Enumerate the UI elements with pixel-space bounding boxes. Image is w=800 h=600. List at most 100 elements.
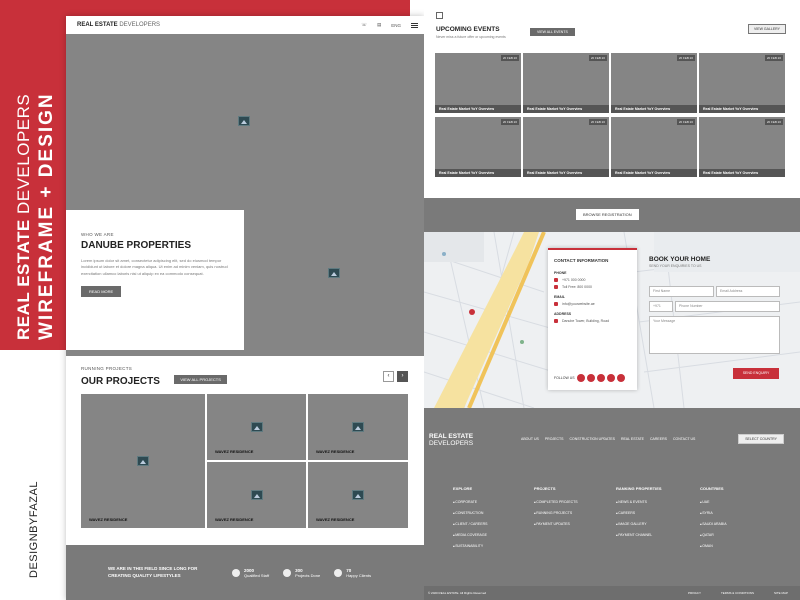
footer-link[interactable]: CONSTRUCTION [453,511,487,515]
project-card[interactable]: WAVEZ RESIDENCE [308,462,408,528]
footer-nav-link[interactable]: PROJECTS [545,437,564,441]
project-card[interactable]: WAVEZ RESIDENCE [207,394,306,460]
footer-link[interactable]: COMPLETED PROJECTS [534,500,577,504]
image-placeholder-icon [137,456,149,466]
phone-icon[interactable]: ☏ [361,22,367,28]
event-card[interactable]: 20 FEB 20 Real Estate Market YoY Overview [611,53,697,113]
footer-link[interactable]: MEDIA COVERAGE [453,533,487,537]
footer-link[interactable]: SAUDI ARABIA [700,522,726,526]
footer-nav-link[interactable]: ABOUT US [521,437,539,441]
map-pin-icon[interactable] [469,309,475,315]
footer-column: COUNTRIES UAE SYRIA SAUDI ARABIA QATAR OMAN [700,486,727,555]
twitter-icon[interactable] [596,374,605,382]
footer-nav: ABOUT US PROJECTS CONSTRUCTION UPDATES REAL… [521,437,695,441]
contact-row: Danube Tower, Building, Road [554,319,631,323]
footer-nav-link[interactable]: CAREERS [650,437,667,441]
copyright-text: © 2020 REAL ESTATE. All Rights Reserved [428,591,487,595]
event-card-title: Real Estate Market YoY Overview [699,105,785,113]
footer-logo[interactable]: REAL ESTATE DEVELOPERS [429,433,473,447]
contact-card: CONTACT INFORMATION PHONE +971 000 0000 … [548,248,637,390]
hamburger-menu-icon[interactable] [411,22,418,28]
country-code-select[interactable]: +971 [649,301,673,312]
footer-link[interactable]: RUNNING PROJECTS [534,511,578,515]
event-card[interactable]: 20 FEB 20 Real Estate Market YoY Overview [611,117,697,177]
footer-nav-link[interactable]: REAL ESTATE [621,437,644,441]
footer-link[interactable]: IMAGE GALLERY [616,522,662,526]
message-textarea[interactable]: Your Message [649,316,780,354]
event-card[interactable]: 20 FEB 20 Real Estate Market YoY Overview [699,53,785,113]
phone-number[interactable]: +971 000 0000 [562,278,585,282]
event-card[interactable]: 20 FEB 20 Real Estate Market YoY Overview [699,117,785,177]
project-card[interactable]: WAVEZ RESIDENCE [81,394,205,528]
project-card[interactable]: WAVEZ RESIDENCE [308,394,408,460]
footer-bottom-link[interactable]: SITE MAP [774,591,788,595]
award-icon [283,568,292,577]
event-date-tag: 20 FEB 20 [764,55,783,61]
about-body: Lorem ipsum dolor sit amet, consectetur … [81,258,228,276]
site-logo[interactable]: REAL ESTATE DEVELOPERS [77,22,160,28]
phone-input[interactable]: Phone Number [675,301,780,312]
email-link[interactable]: info@yourwebsite.ae [562,302,595,306]
footer-bottom-link[interactable]: PRIVACY [688,591,701,595]
site-footer: REAL ESTATE DEVELOPERS ABOUT US PROJECTS CO… [424,408,800,600]
footer-link[interactable]: CAREERS [616,511,662,515]
event-card[interactable]: 20 FEB 20 Real Estate Market YoY Overview [523,53,609,113]
language-select[interactable]: ENG [391,23,401,28]
projects-header: RUNNING PROJECTS OUR PROJECTS VIEW ALL P… [81,366,227,389]
footer-link[interactable]: QATAR [700,533,727,537]
event-card-title: Real Estate Market YoY Overview [523,105,609,113]
view-gallery-button[interactable]: VIEW GALLERY [747,24,786,34]
footer-link[interactable]: PAYMENT CHANNEL [616,533,662,537]
country-select[interactable]: SELECT COUNTRY [738,434,784,444]
facebook-icon[interactable] [586,374,595,382]
cover-title: REAL ESTATE DEVELOPERS WIREFRAME + DESIG… [14,92,58,340]
footer-link[interactable]: OMAN [700,544,727,548]
events-subtitle: Never miss a future offer or upcoming ev… [436,35,506,39]
address-text: Danube Tower, Building, Road [562,319,610,323]
booking-header: BOOK YOUR HOME SEND YOUR ENQUIRIES TO US [649,256,710,268]
left-page-mockup: REAL ESTATE DEVELOPERS ☏ ▤ ENG WHO WE AR… [66,16,424,600]
footer-column-title: EXPLORE [453,486,473,491]
instagram-icon[interactable] [576,374,585,382]
read-more-button[interactable]: READ MORE [81,286,122,298]
event-card-title: Real Estate Market YoY Overview [699,169,785,177]
cover-subtitle: WIREFRAME + DESIGN [36,92,57,340]
project-card[interactable]: WAVEZ RESIDENCE [207,462,306,528]
image-placeholder-icon [352,490,364,500]
next-arrow-icon[interactable]: › [397,371,408,382]
event-card[interactable]: 20 FEB 20 Real Estate Market YoY Overview [523,117,609,177]
linkedin-icon[interactable] [616,374,625,382]
stat-item: 70 Happy Clients [334,568,371,578]
event-card-title: Real Estate Market YoY Overview [435,105,521,113]
address-label: ADDRESS [554,312,572,316]
events-filter-dropdown[interactable]: VIEW ALL EVENTS [530,28,575,36]
footer-link[interactable]: PAYMENT UPDATES [534,522,578,526]
youtube-icon[interactable] [606,374,615,382]
logo-light: DEVELOPERS [119,22,161,28]
top-navbar: REAL ESTATE DEVELOPERS ☏ ▤ ENG [66,16,424,34]
toll-free-number[interactable]: Toll Free: 800 0000 [562,285,592,289]
event-card[interactable]: 20 FEB 20 Real Estate Market YoY Overview [435,53,521,113]
footer-link[interactable]: SUSTAINABILITY [453,544,487,548]
email-label: EMAIL [554,295,565,299]
send-enquiry-button[interactable]: SEND ENQUIRY [733,368,779,379]
project-card-title: WAVEZ RESIDENCE [316,517,355,522]
projects-filter-dropdown[interactable]: VIEW ALL PROJECTS [174,375,227,385]
footer-link[interactable]: SYRIA [700,511,727,515]
prev-arrow-icon[interactable]: ‹ [383,371,394,382]
footer-link[interactable]: UAE [700,500,727,504]
footer-link[interactable]: CLIENT / CAREERS [453,522,487,526]
footer-nav-link[interactable]: CONTACT US [673,437,695,441]
browse-registration-button[interactable]: BROWSE REGISTRATION [576,209,639,220]
first-name-input[interactable]: First Name [649,286,714,297]
event-card[interactable]: 20 FEB 20 Real Estate Market YoY Overview [435,117,521,177]
footer-column-title: RANKING PROPERTIES [616,486,662,491]
footer-nav-link[interactable]: CONSTRUCTION UPDATES [570,437,615,441]
flag-icon[interactable]: ▤ [377,22,381,28]
footer-bottom-link[interactable]: TERMS & CONDITIONS [721,591,754,595]
footer-link[interactable]: NEWS & EVENTS [616,500,662,504]
contact-title: CONTACT INFORMATION [554,258,609,263]
footer-column: EXPLORE CORPORATE CONSTRUCTION CLIENT / CAR… [453,486,487,555]
footer-link[interactable]: CORPORATE [453,500,487,504]
email-input[interactable]: Email Address [716,286,780,297]
